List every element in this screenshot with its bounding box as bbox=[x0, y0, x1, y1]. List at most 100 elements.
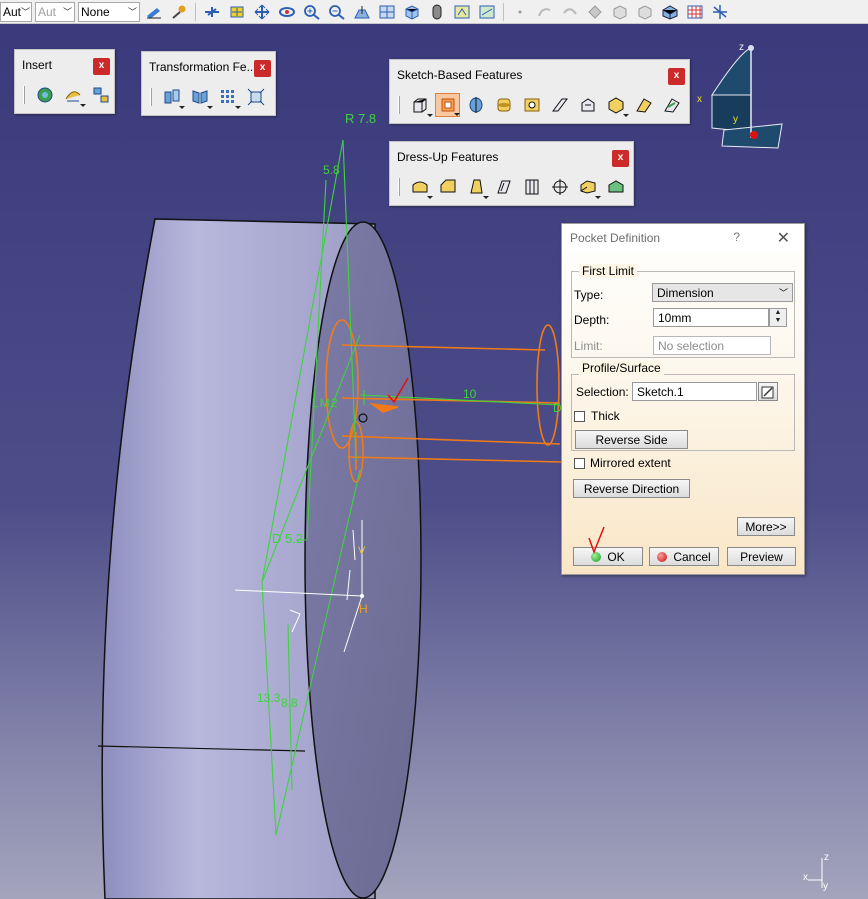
groove-icon[interactable] bbox=[491, 93, 516, 117]
diameter-dimension[interactable]: D 5.2 bbox=[272, 531, 303, 546]
thickness-icon[interactable] bbox=[519, 175, 544, 199]
geometric-set-icon[interactable] bbox=[60, 83, 86, 107]
chevron-down-icon: ﹀ bbox=[778, 288, 788, 298]
zoom-out-icon[interactable] bbox=[326, 2, 348, 22]
update-icon[interactable] bbox=[584, 2, 606, 22]
body-icon[interactable] bbox=[32, 83, 57, 107]
transformation-features-toolbar: Transformation Fe... x bbox=[141, 51, 276, 116]
painter-icon[interactable] bbox=[143, 2, 165, 22]
lineweight-combo[interactable]: Aut ﹀ bbox=[35, 1, 75, 22]
replace-face-icon[interactable] bbox=[603, 175, 628, 199]
grip-handle[interactable] bbox=[150, 88, 152, 106]
length-dimension[interactable]: 10 bbox=[463, 387, 476, 401]
grid-icon[interactable] bbox=[684, 2, 706, 22]
radius-dimension[interactable]: R 7.8 bbox=[345, 111, 376, 126]
swap-visible-icon[interactable] bbox=[476, 2, 498, 22]
toolbar-title: Insert bbox=[22, 58, 53, 72]
undo-icon[interactable] bbox=[534, 2, 556, 22]
fly-mode-icon[interactable] bbox=[201, 2, 223, 22]
removed-multi-sections-icon[interactable] bbox=[659, 93, 684, 117]
spin-down-icon[interactable]: ▼ bbox=[770, 317, 786, 325]
close-button[interactable]: x bbox=[93, 58, 110, 75]
rotate-icon[interactable] bbox=[276, 2, 298, 22]
layer-combo[interactable]: None ﹀ bbox=[78, 1, 140, 22]
depth-spinner[interactable]: ▲ ▼ bbox=[769, 308, 787, 327]
normal-view-icon[interactable] bbox=[351, 2, 373, 22]
triad-x-label: x bbox=[803, 872, 808, 883]
selection-label: Selection: bbox=[576, 385, 629, 399]
measure-icon[interactable] bbox=[609, 2, 631, 22]
zoom-in-icon[interactable] bbox=[301, 2, 323, 22]
dimension-label[interactable]: 5.8 bbox=[323, 163, 340, 177]
multi-view-icon[interactable] bbox=[376, 2, 398, 22]
translation-icon[interactable] bbox=[159, 85, 185, 109]
sketch-based-features-toolbar: Sketch-Based Features x bbox=[389, 59, 690, 124]
shaft-icon[interactable] bbox=[463, 93, 488, 117]
pad-icon[interactable] bbox=[407, 93, 433, 117]
measure-item-icon[interactable] bbox=[634, 2, 656, 22]
ok-button[interactable]: OK bbox=[573, 547, 643, 566]
shading-icon[interactable] bbox=[426, 2, 448, 22]
preview-button[interactable]: Preview bbox=[727, 547, 796, 566]
grip-handle[interactable] bbox=[398, 178, 400, 196]
first-limit-label: First Limit bbox=[579, 264, 637, 278]
limit-input[interactable]: No selection bbox=[653, 336, 771, 355]
dialog-close-button[interactable]: ✕ bbox=[777, 228, 790, 248]
apply-material-icon[interactable] bbox=[168, 2, 190, 22]
multi-sections-solid-icon[interactable] bbox=[631, 93, 656, 117]
compass-manipulator-icon[interactable] bbox=[709, 2, 731, 22]
fit-all-icon[interactable] bbox=[226, 2, 248, 22]
grip-handle[interactable] bbox=[398, 96, 400, 114]
thick-checkbox[interactable] bbox=[574, 411, 585, 422]
dress-up-features-toolbar: Dress-Up Features x bbox=[389, 141, 634, 206]
hole-icon[interactable] bbox=[519, 93, 544, 117]
scaling-icon[interactable] bbox=[243, 85, 268, 109]
depth-input[interactable]: 10mm bbox=[653, 308, 769, 327]
ordered-set-icon[interactable] bbox=[88, 83, 113, 107]
dimension-label[interactable]: 13.3 bbox=[257, 691, 280, 705]
close-button[interactable]: x bbox=[254, 60, 271, 77]
reverse-side-button[interactable]: Reverse Side bbox=[575, 430, 688, 449]
grip-handle[interactable] bbox=[23, 86, 25, 104]
pocket-icon[interactable] bbox=[435, 93, 460, 117]
close-button[interactable]: x bbox=[668, 68, 685, 85]
toolbar-title: Dress-Up Features bbox=[397, 150, 499, 164]
depth-label: Depth: bbox=[574, 313, 610, 327]
stiffener-icon[interactable] bbox=[603, 93, 629, 117]
thread-icon[interactable] bbox=[547, 175, 572, 199]
more-button[interactable]: More>> bbox=[737, 517, 795, 536]
slot-icon[interactable] bbox=[575, 93, 600, 117]
mirrored-extent-checkbox[interactable] bbox=[574, 458, 585, 469]
mirrored-extent-label: Mirrored extent bbox=[590, 456, 671, 470]
linetype-combo[interactable]: Aut ﹀ bbox=[0, 1, 32, 22]
close-button[interactable]: x bbox=[612, 150, 629, 167]
shell-icon[interactable] bbox=[491, 175, 516, 199]
type-select[interactable]: Dimension ﹀ bbox=[652, 283, 793, 302]
profile-surface-label: Profile/Surface bbox=[579, 361, 664, 375]
hide-show-icon[interactable] bbox=[451, 2, 473, 22]
cancel-button[interactable]: Cancel bbox=[649, 547, 719, 566]
mirror-icon[interactable] bbox=[187, 85, 213, 109]
draft-angle-icon[interactable] bbox=[463, 175, 489, 199]
selection-input[interactable]: Sketch.1 bbox=[632, 382, 757, 401]
point-icon[interactable] bbox=[509, 2, 531, 22]
dialog-title-bar[interactable]: Pocket Definition ? ✕ bbox=[562, 224, 804, 252]
compass-z-label: z bbox=[739, 42, 744, 53]
dimension-label[interactable]: 8.8 bbox=[281, 696, 298, 710]
spin-up-icon[interactable]: ▲ bbox=[770, 309, 786, 317]
redo-icon[interactable] bbox=[559, 2, 581, 22]
dimension-label[interactable]: L M 2 bbox=[312, 396, 338, 410]
help-button[interactable]: ? bbox=[733, 230, 740, 244]
remove-face-icon[interactable] bbox=[575, 175, 601, 199]
chamfer-icon[interactable] bbox=[435, 175, 460, 199]
sketch-edit-button[interactable] bbox=[758, 382, 778, 401]
rib-icon[interactable] bbox=[547, 93, 572, 117]
pattern-icon[interactable] bbox=[215, 85, 241, 109]
separator bbox=[503, 2, 504, 21]
separator bbox=[195, 2, 196, 21]
iso-view-icon[interactable] bbox=[401, 2, 423, 22]
assembly-icon[interactable] bbox=[659, 2, 681, 22]
edge-fillet-icon[interactable] bbox=[407, 175, 433, 199]
pan-icon[interactable] bbox=[251, 2, 273, 22]
reverse-direction-button[interactable]: Reverse Direction bbox=[573, 479, 690, 498]
